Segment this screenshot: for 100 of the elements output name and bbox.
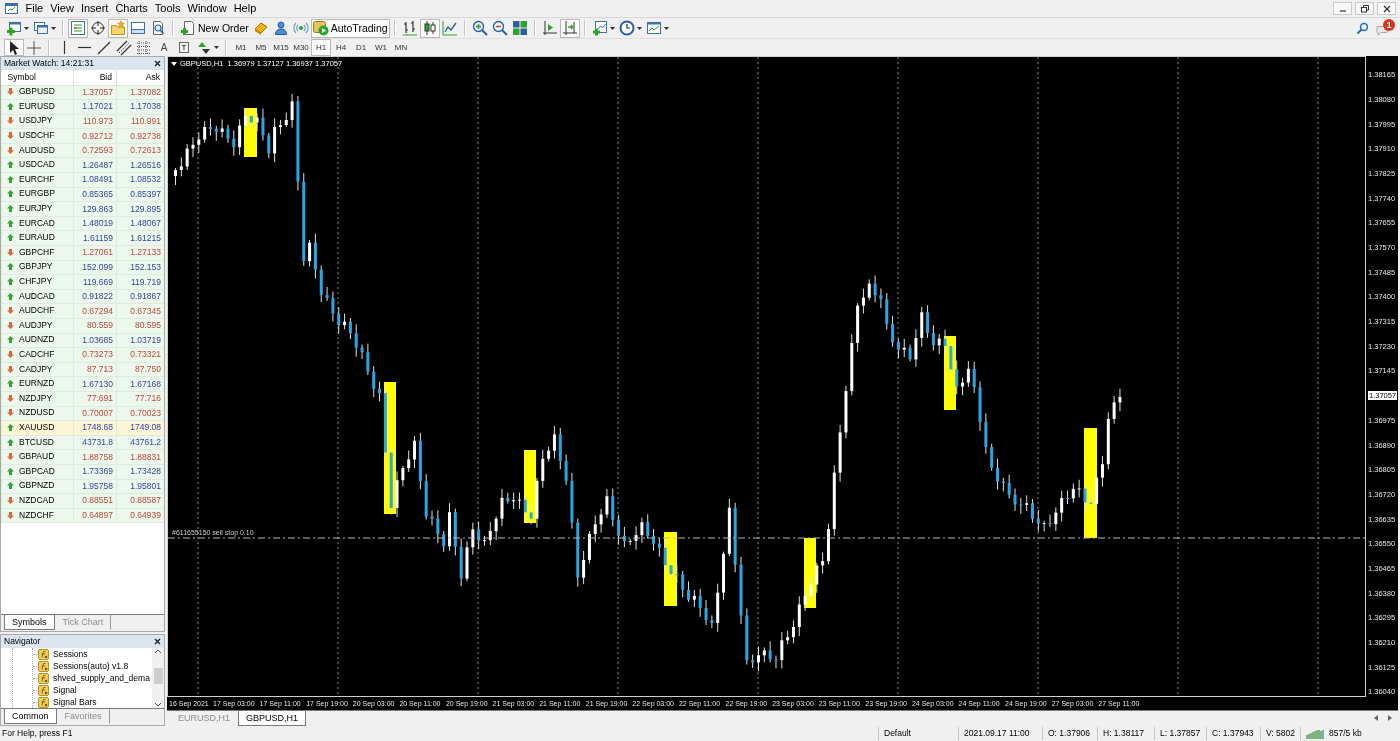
quote-row[interactable]: GBPCHF 1.27061 1.27133 bbox=[1, 245, 164, 261]
close-button[interactable] bbox=[154, 638, 161, 645]
line-chart-button[interactable] bbox=[439, 18, 460, 38]
quote-row[interactable]: USDCAD 1.26487 1.26516 bbox=[1, 157, 164, 173]
app-icon[interactable] bbox=[5, 2, 18, 15]
quote-row[interactable]: EURNZD 1.67130 1.67168 bbox=[1, 376, 164, 392]
caret-icon[interactable] bbox=[609, 26, 615, 30]
quote-row[interactable]: EURCHF 1.08491 1.08532 bbox=[1, 172, 164, 188]
quote-row[interactable]: AUDUSD 0.72593 0.72613 bbox=[1, 143, 164, 158]
timeframe-button[interactable]: M30 bbox=[291, 39, 311, 56]
quote-row[interactable]: NZDCHF 0.64897 0.64939 bbox=[1, 508, 164, 523]
quote-row[interactable]: NZDUSD 0.70007 0.70023 bbox=[1, 406, 164, 421]
caret-icon[interactable] bbox=[24, 26, 29, 30]
quote-row[interactable]: NZDJPY 77.691 77.716 bbox=[1, 391, 164, 407]
navigator-item[interactable]: Signal Bars bbox=[37, 696, 97, 708]
quote-row[interactable]: NZDCAD 0.88551 0.88587 bbox=[1, 493, 164, 509]
scroll-left-icon[interactable] bbox=[1374, 715, 1378, 721]
quote-row[interactable]: GBPNZD 1.95758 1.95801 bbox=[1, 479, 164, 494]
quote-row[interactable]: USDCHF 0.92712 0.92738 bbox=[1, 128, 164, 144]
open-price: O: 1.37906 bbox=[1042, 727, 1097, 740]
quote-row[interactable]: CADJPY 87.713 87.750 bbox=[1, 362, 164, 377]
quote-row[interactable]: CHFJPY 119.669 119.719 bbox=[1, 274, 164, 290]
minimize-button[interactable] bbox=[1333, 2, 1352, 15]
caret-icon[interactable] bbox=[663, 26, 669, 30]
candlesticks-button[interactable] bbox=[419, 18, 440, 38]
new-order-button[interactable]: New Order bbox=[178, 18, 251, 38]
column-header[interactable]: Symbol bbox=[1, 70, 74, 85]
triangle-icon[interactable] bbox=[171, 61, 177, 66]
quote-row[interactable]: EURJPY 129.863 129.895 bbox=[1, 201, 164, 217]
quote-row[interactable]: EURUSD 1.17021 1.17038 bbox=[1, 99, 164, 115]
ask-price: 1749.08 bbox=[130, 422, 161, 433]
scrollbar[interactable] bbox=[152, 648, 164, 708]
timeframe-button[interactable]: D1 bbox=[351, 39, 371, 56]
caret-icon[interactable] bbox=[636, 26, 642, 30]
quote-row[interactable]: AUDCHF 0.67294 0.67345 bbox=[1, 303, 164, 319]
menu-item[interactable]: View bbox=[46, 1, 78, 16]
chart-tab[interactable]: GBPUSD,H1 bbox=[238, 711, 307, 726]
close-button[interactable] bbox=[154, 60, 161, 67]
quote-row[interactable]: USDJPY 110.973 110.991 bbox=[1, 114, 164, 129]
ask-price: 119.719 bbox=[130, 276, 161, 287]
quote-row[interactable]: AUDJPY 80.559 80.595 bbox=[1, 318, 164, 334]
search-icon[interactable] bbox=[1356, 22, 1368, 34]
quote-row[interactable]: EURGBP 0.85365 0.85397 bbox=[1, 187, 164, 202]
caret-icon[interactable] bbox=[51, 26, 56, 30]
column-header[interactable]: Bid bbox=[73, 70, 117, 85]
timeframe-button[interactable]: M15 bbox=[271, 39, 291, 56]
timeframe-button[interactable]: M1 bbox=[231, 39, 251, 56]
timeframe-button[interactable]: MN bbox=[391, 39, 411, 56]
menu-item[interactable]: Help bbox=[230, 1, 260, 16]
text-label-button[interactable]: T bbox=[174, 39, 194, 56]
menu-item[interactable]: Window bbox=[184, 1, 231, 16]
timeframe-button[interactable]: H1 bbox=[311, 39, 331, 56]
panel-tab[interactable]: Symbols bbox=[4, 615, 55, 630]
function-icon bbox=[38, 660, 49, 672]
auto-scroll-button[interactable] bbox=[559, 18, 580, 38]
quote-row[interactable]: GBPUSD 1.37057 1.37082 bbox=[1, 85, 164, 100]
autotrading-button[interactable]: AutoTrading bbox=[310, 18, 390, 38]
quote-row[interactable]: AUDCAD 0.91822 0.91867 bbox=[1, 289, 164, 304]
menu-item[interactable]: Tools bbox=[151, 1, 184, 16]
navigator-item[interactable]: Sessions(auto) v1.8 bbox=[37, 660, 129, 672]
quote-row[interactable]: XAUUSD 1748.68 1749.08 bbox=[1, 420, 164, 436]
notification-count[interactable]: 1 bbox=[1383, 19, 1395, 31]
folder-star-icon bbox=[110, 20, 126, 36]
menu-item[interactable]: Insert bbox=[77, 1, 112, 16]
navigator-item[interactable]: shved_supply_and_dema bbox=[37, 672, 150, 684]
timeframe-button[interactable]: H4 bbox=[331, 39, 351, 56]
column-header[interactable]: Ask bbox=[116, 70, 164, 85]
panel-tab[interactable]: Common bbox=[4, 709, 57, 724]
timeframe-button[interactable]: M5 bbox=[251, 39, 271, 56]
market-watch-button[interactable] bbox=[68, 18, 88, 38]
quote-row[interactable]: GBPCAD 1.73369 1.73428 bbox=[1, 464, 164, 480]
quote-row[interactable]: GBPJPY 152.099 152.153 bbox=[1, 260, 164, 275]
data-window-button[interactable] bbox=[88, 18, 108, 38]
scroll-down-icon[interactable] bbox=[154, 700, 162, 708]
scroll-up-icon[interactable] bbox=[154, 648, 162, 656]
symbol-name: AUDCAD bbox=[19, 290, 55, 302]
symbol-name: XAUUSD bbox=[19, 421, 55, 433]
caret-icon[interactable] bbox=[214, 46, 219, 49]
channel-button[interactable] bbox=[114, 39, 134, 56]
quote-row[interactable]: CADCHF 0.73273 0.73321 bbox=[1, 347, 164, 363]
navigator-item[interactable]: Sessions bbox=[37, 648, 88, 660]
menu-item[interactable]: File bbox=[22, 1, 47, 16]
quote-row[interactable]: BTCUSD 43731.8 43761.2 bbox=[1, 435, 164, 450]
plus-window-icon bbox=[6, 20, 22, 36]
navigator-item[interactable]: Signal bbox=[37, 684, 77, 696]
text-button[interactable]: A bbox=[154, 39, 174, 56]
quote-row[interactable]: AUDNZD 1.03685 1.03719 bbox=[1, 333, 164, 348]
restore-button[interactable] bbox=[1355, 2, 1374, 15]
cursor-button[interactable] bbox=[4, 39, 24, 56]
menu-item[interactable]: Charts bbox=[111, 1, 152, 16]
user-icon bbox=[272, 20, 289, 36]
bid-price: 1.08491 bbox=[82, 174, 113, 185]
bid-price: 1748.68 bbox=[82, 422, 113, 433]
quote-row[interactable]: GBPAUD 1.88758 1.88831 bbox=[1, 449, 164, 465]
bid-price: 1.88758 bbox=[82, 451, 113, 462]
quote-row[interactable]: EURAUD 1.61159 1.61215 bbox=[1, 230, 164, 246]
quote-row[interactable]: EURCAD 1.48019 1.48067 bbox=[1, 216, 164, 231]
timeframe-button[interactable]: W1 bbox=[371, 39, 391, 56]
scroll-right-icon[interactable] bbox=[1388, 715, 1392, 721]
scroll-thumb[interactable] bbox=[153, 668, 163, 684]
